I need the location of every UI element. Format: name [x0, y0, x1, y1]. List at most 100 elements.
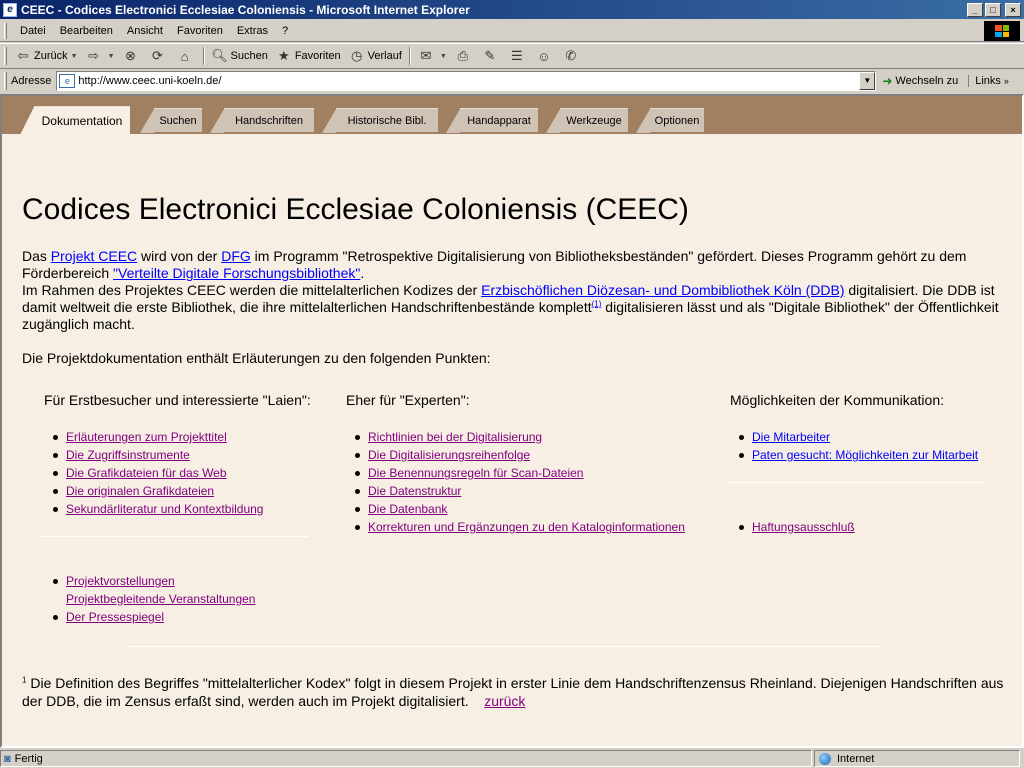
footnote: 1 Die Definition des Begriffes "mittelal…	[22, 674, 1012, 710]
edit-button[interactable]: ✎	[478, 45, 505, 67]
list-item: Die originalen Grafikdateien	[42, 482, 332, 500]
link-originale-grafikdateien[interactable]: Die originalen Grafikdateien	[66, 484, 214, 498]
link-zurueck[interactable]: zurück	[484, 693, 525, 709]
links-button[interactable]: Links»	[968, 75, 1009, 87]
tab-historische-bibl[interactable]: Historische Bibl.	[322, 108, 438, 133]
toolbar-grip[interactable]	[4, 47, 7, 65]
link-datenbank[interactable]: Die Datenbank	[368, 502, 447, 516]
forward-button[interactable]: ⇨ ▼	[82, 45, 119, 67]
refresh-button[interactable]: ⟳	[146, 45, 173, 67]
toolbar-separator	[202, 47, 205, 65]
link-pressespiegel[interactable]: Der Pressespiegel	[66, 610, 164, 624]
search-label: Suchen	[230, 50, 268, 62]
intro-text: Das	[22, 248, 51, 264]
tab-dokumentation[interactable]: Dokumentation	[20, 106, 130, 135]
list-item: Richtlinien bei der Digitalisierung	[344, 428, 724, 446]
chevron-down-icon[interactable]: ▼	[440, 53, 447, 60]
toolbar-separator	[408, 47, 411, 65]
status-zone: Internet	[814, 750, 1020, 767]
intro-text: wird von der	[137, 248, 222, 264]
link-mitarbeiter[interactable]: Die Mitarbeiter	[752, 430, 830, 444]
minimize-button[interactable]: _	[967, 2, 983, 17]
col1-heading: Für Erstbesucher und interessierte "Laie…	[44, 392, 311, 408]
link-richtlinien[interactable]: Richtlinien bei der Digitalisierung	[368, 430, 542, 444]
chat-button[interactable]: ✆	[559, 45, 586, 67]
menu-extras[interactable]: Extras	[230, 25, 275, 37]
stop-button[interactable]: ⊗	[119, 45, 146, 67]
chevron-down-icon[interactable]: ▼	[859, 72, 876, 90]
list-item: Die Benennungsregeln für Scan-Dateien	[344, 464, 724, 482]
page-viewport[interactable]: Dokumentation Suchen Handschriften Histo…	[0, 94, 1024, 748]
list-item: Haftungsausschluß	[728, 518, 1012, 536]
link-ddb[interactable]: Erzbischöflichen Diözesan- und Dombiblio…	[481, 282, 844, 298]
menu-datei[interactable]: Datei	[13, 25, 53, 37]
link-projekt-ceec[interactable]: Projekt CEEC	[51, 248, 137, 264]
menu-favoriten[interactable]: Favoriten	[170, 25, 230, 37]
print-button[interactable]: ⎙	[451, 45, 478, 67]
link-zugriffsinstrumente[interactable]: Die Zugriffsinstrumente	[66, 448, 190, 462]
users-icon: ☺	[537, 48, 551, 64]
address-url[interactable]: http://www.ceec.uni-koeln.de/	[78, 75, 221, 87]
link-grafikdateien-web[interactable]: Die Grafikdateien für das Web	[66, 466, 227, 480]
menu-grip[interactable]	[4, 22, 7, 39]
search-button[interactable]: 🔍︎ Suchen	[208, 45, 272, 67]
link-projektvorstellungen[interactable]: Projektvorstellungen	[66, 574, 175, 588]
list-item: Sekundärliteratur und Kontextbildung	[42, 500, 332, 518]
tab-label: Optionen	[654, 114, 700, 127]
menu-bearbeiten[interactable]: Bearbeiten	[53, 25, 120, 37]
menu-bar: Datei Bearbeiten Ansicht Favoriten Extra…	[0, 20, 1024, 42]
zone-label: Internet	[837, 752, 875, 765]
list-item: Projektbegleitende Veranstaltungen	[42, 590, 332, 608]
history-label: Verlauf	[367, 50, 402, 62]
messenger-button[interactable]: ☺	[532, 45, 559, 67]
address-grip[interactable]	[4, 72, 7, 90]
history-button[interactable]: ◷ Verlauf	[345, 45, 406, 67]
link-veranstaltungen[interactable]: Projektbegleitende Veranstaltungen	[66, 592, 255, 606]
link-korrekturen[interactable]: Korrekturen und Ergänzungen zu den Katal…	[368, 520, 685, 534]
tab-optionen[interactable]: Optionen	[636, 108, 704, 133]
tab-handapparat[interactable]: Handapparat	[446, 108, 538, 133]
list-item: Projektvorstellungen	[42, 572, 332, 590]
stop-icon: ⊗	[125, 48, 136, 63]
mail-button[interactable]: ✉ ▼	[414, 45, 451, 67]
col3-list-2: Haftungsausschluß	[728, 518, 1012, 536]
divider	[726, 482, 984, 483]
link-benennungsregeln[interactable]: Die Benennungsregeln für Scan-Dateien	[368, 466, 583, 480]
close-button[interactable]: ×	[1005, 2, 1021, 17]
link-haftungsausschluss[interactable]: Haftungsausschluß	[752, 520, 855, 534]
tab-label: Historische Bibl.	[347, 114, 427, 127]
tab-suchen[interactable]: Suchen	[140, 108, 202, 133]
link-projekttitel[interactable]: Erläuterungen zum Projekttitel	[66, 430, 227, 444]
link-forschungsbibliothek[interactable]: "Verteilte Digitale Forschungsbibliothek…	[113, 265, 360, 281]
footnote-ref-link[interactable]: (1)	[592, 299, 602, 308]
chevron-down-icon[interactable]: ▼	[71, 53, 78, 60]
refresh-icon: ⟳	[152, 48, 163, 63]
address-input[interactable]: e http://www.ceec.uni-koeln.de/ ▼	[56, 71, 877, 91]
link-datenstruktur[interactable]: Die Datenstruktur	[368, 484, 461, 498]
discuss-button[interactable]: ☰	[505, 45, 532, 67]
tab-werkzeuge[interactable]: Werkzeuge	[546, 108, 628, 133]
sub-intro: Die Projektdokumentation enthält Erläute…	[22, 350, 491, 366]
tab-handschriften[interactable]: Handschriften	[210, 108, 314, 133]
favorites-button[interactable]: ★ Favoriten	[272, 45, 345, 67]
status-text-cell: ◙ Fertig	[0, 750, 812, 767]
list-item: Korrekturen und Ergänzungen zu den Katal…	[344, 518, 724, 536]
link-paten-gesucht[interactable]: Paten gesucht: Möglichkeiten zur Mitarbe…	[752, 448, 978, 462]
home-button[interactable]: ⌂	[173, 45, 200, 67]
history-icon: ◷	[351, 48, 363, 63]
link-sekundaerliteratur[interactable]: Sekundärliteratur und Kontextbildung	[66, 502, 263, 516]
list-item: Paten gesucht: Möglichkeiten zur Mitarbe…	[728, 446, 1012, 464]
chevron-down-icon[interactable]: ▼	[108, 53, 115, 60]
menu-help[interactable]: ?	[275, 25, 295, 37]
back-arrow-icon: ⇦	[17, 48, 29, 63]
link-reihenfolge[interactable]: Die Digitalisierungsreihenfolge	[368, 448, 530, 462]
maximize-button[interactable]: □	[985, 2, 1001, 17]
divider	[40, 536, 308, 537]
link-dfg[interactable]: DFG	[221, 248, 251, 264]
list-item: Die Datenbank	[344, 500, 724, 518]
menu-ansicht[interactable]: Ansicht	[120, 25, 170, 37]
page-title: Codices Electronici Ecclesiae Coloniensi…	[22, 193, 689, 226]
go-button[interactable]: ➜ Wechseln zu	[882, 74, 958, 88]
back-button[interactable]: ⇦ Zurück ▼	[11, 45, 82, 67]
tab-label: Handschriften	[235, 114, 303, 127]
